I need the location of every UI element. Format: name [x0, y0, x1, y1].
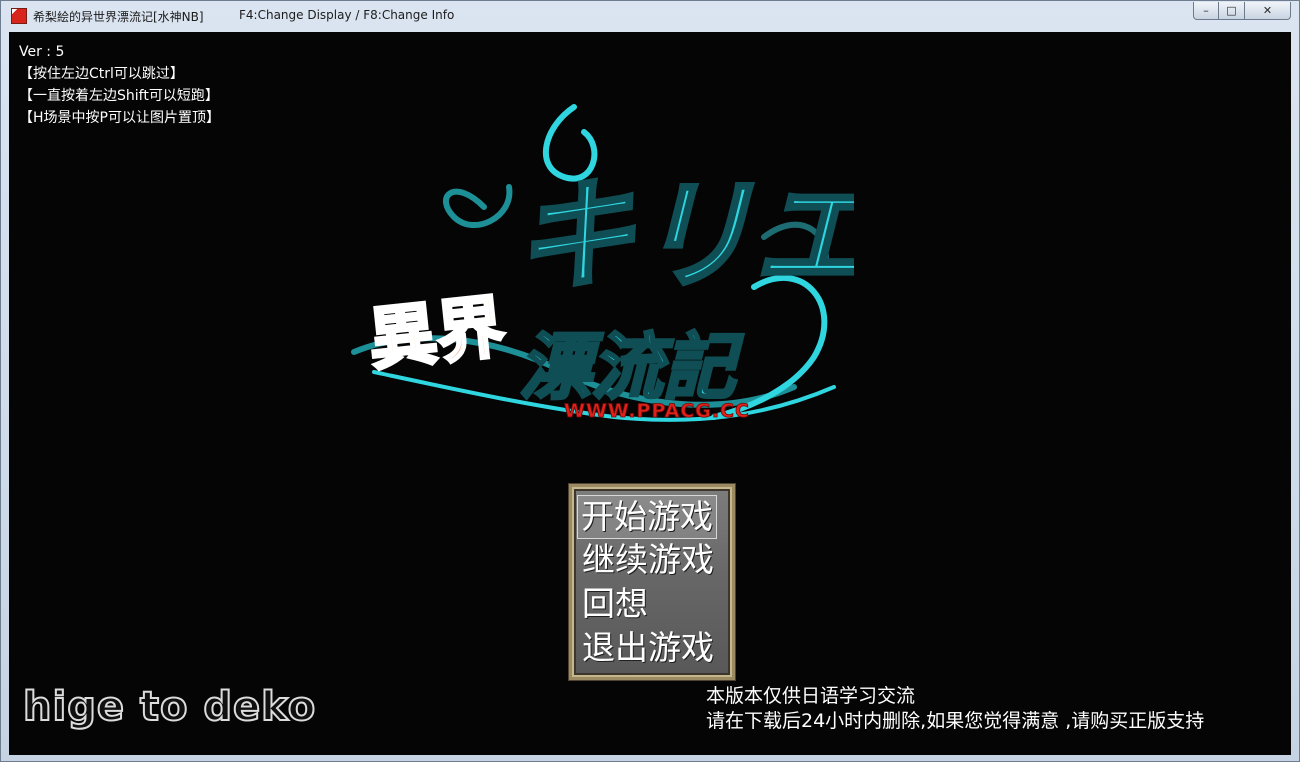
menu-item-recollection[interactable]: 回想 [582, 583, 648, 625]
notice-line-2: 请在下载后24小时内删除,如果您觉得满意 ,请购买正版支持 [706, 710, 1205, 732]
maximize-button[interactable]: □ [1219, 2, 1245, 20]
game-logo: キリエの 異界 漂流記 WWW.PPACG.CC [351, 104, 854, 422]
close-icon: ✕ [1262, 4, 1273, 17]
title-menu: 开始游戏 继续游戏 回想 退出游戏 [568, 483, 736, 681]
hint-dash: 【一直按着左边Shift可以短跑】 [19, 88, 219, 104]
title-bar[interactable]: 希梨絵的异世界漂流记[水神NB] F4:Change Display / F8:… [1, 1, 1299, 31]
close-button[interactable]: ✕ [1245, 2, 1291, 20]
minimize-icon: – [1203, 4, 1209, 17]
logo-title-bottom: 漂流記 [519, 324, 744, 409]
game-screen[interactable]: Ver : 5 【按住左边Ctrl可以跳过】 【一直按着左边Shift可以短跑】… [9, 32, 1291, 755]
maximize-icon: □ [1226, 4, 1237, 17]
developer-credit: hige to deko [22, 683, 317, 731]
menu-item-exit-game[interactable]: 退出游戏 [582, 627, 714, 669]
menu-item-start-game[interactable]: 开始游戏 [577, 495, 717, 539]
game-window: 希梨絵的异世界漂流记[水神NB] F4:Change Display / F8:… [0, 0, 1300, 762]
translation-notice: 本版本仅供日语学习交流 请在下载后24小时内删除,如果您觉得满意 ,请购买正版支… [706, 684, 1204, 734]
menu-item-continue-game[interactable]: 继续游戏 [582, 539, 714, 581]
hud-info: Ver : 5 【按住左边Ctrl可以跳过】 【一直按着左边Shift可以短跑】… [19, 41, 220, 129]
hint-pin-image: 【H场景中按P可以让图片置顶】 [19, 110, 220, 126]
notice-line-1: 本版本仅供日语学习交流 [706, 685, 916, 707]
logo-title-top: キリエの [514, 165, 854, 306]
version-label: Ver : 5 [19, 44, 65, 60]
minimize-button[interactable]: – [1193, 2, 1219, 20]
window-info-hint: F4:Change Display / F8:Change Info [239, 8, 455, 22]
logo-title-red: 異界 [365, 287, 509, 381]
app-icon [11, 8, 27, 24]
window-controls: – □ ✕ [1193, 2, 1291, 20]
hint-skip: 【按住左边Ctrl可以跳过】 [19, 66, 184, 82]
logo-watermark: WWW.PPACG.CC [564, 400, 750, 422]
window-title: 希梨絵的异世界漂流记[水神NB] [33, 10, 204, 24]
